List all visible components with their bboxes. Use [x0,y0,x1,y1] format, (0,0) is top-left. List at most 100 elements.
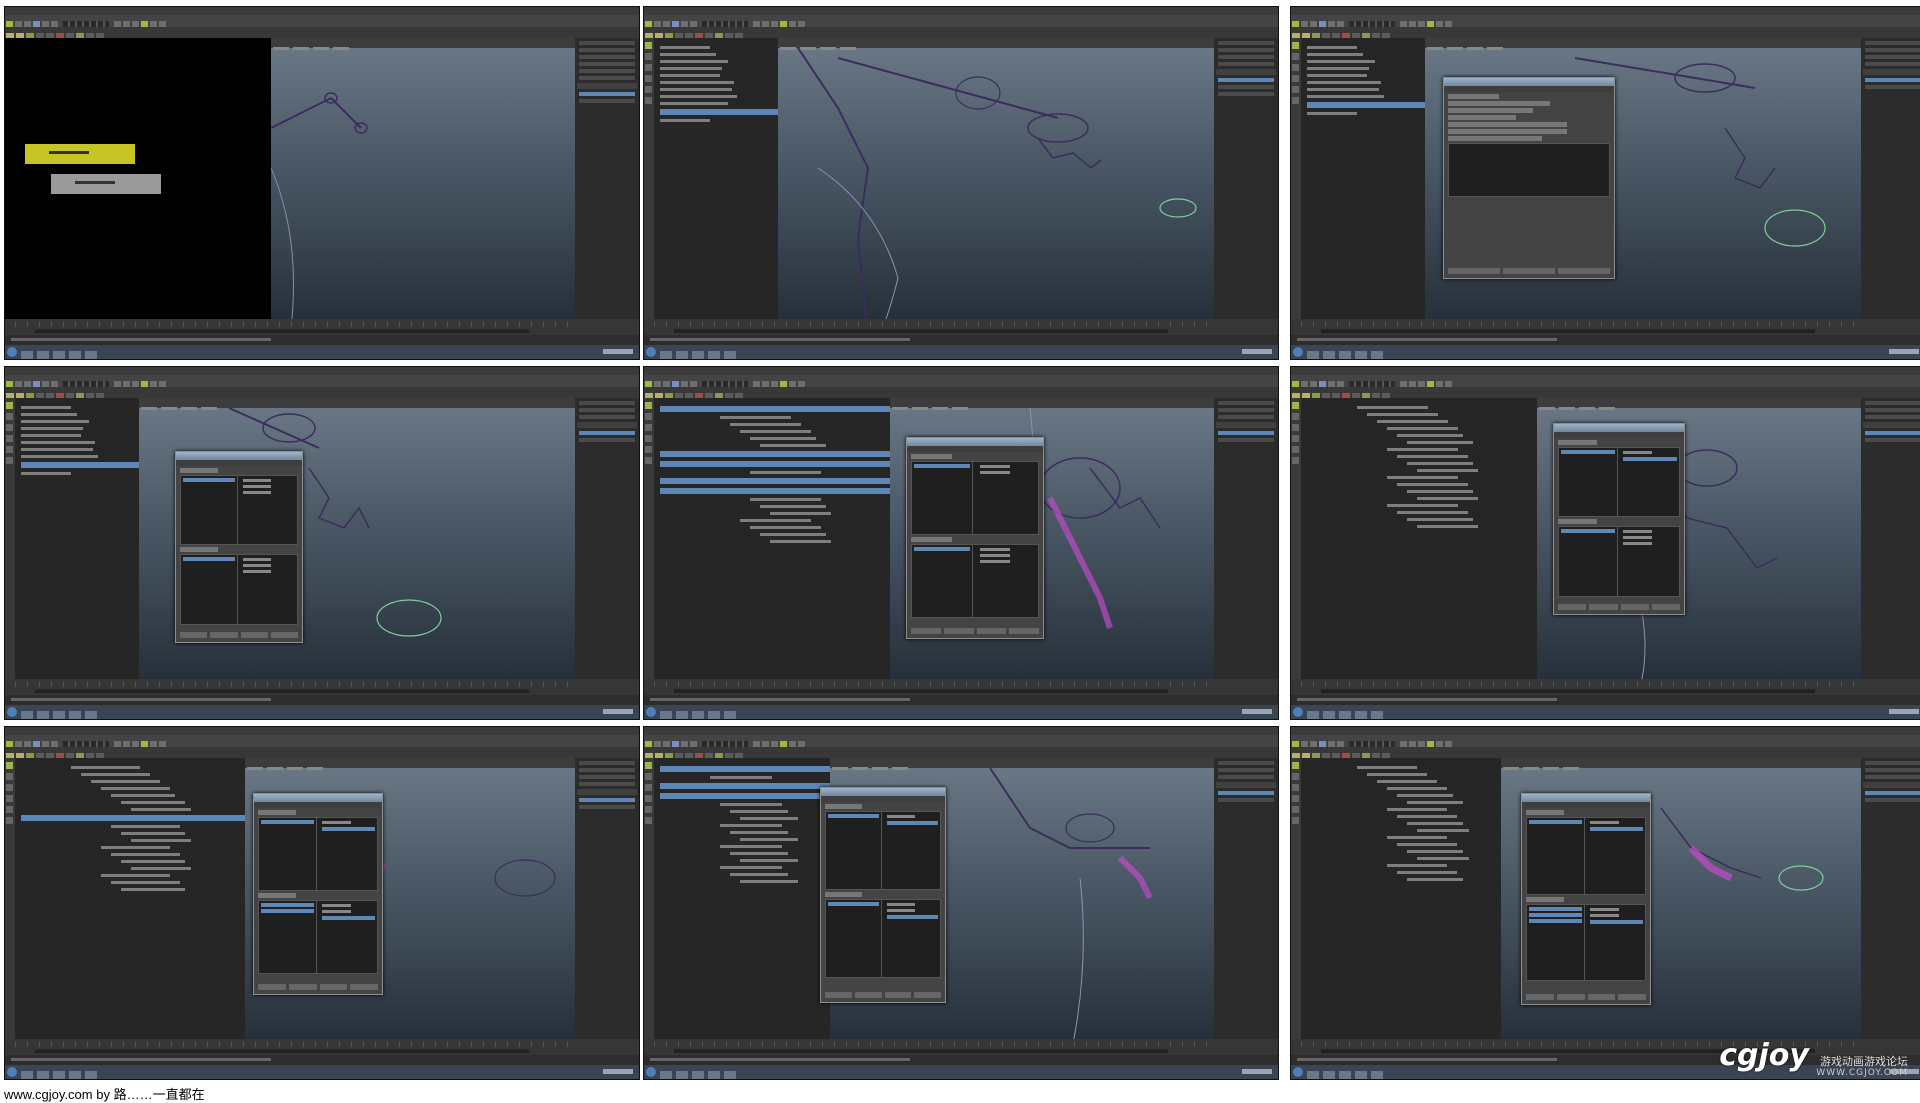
status-toolbar[interactable] [644,735,1278,748]
hypergraph-hierarchy[interactable] [654,758,843,1039]
tool-box[interactable] [644,398,654,679]
windows-start-icon[interactable] [646,1067,656,1077]
set-driven-key-dialog[interactable] [253,793,383,995]
hypergraph-panel[interactable] [5,38,271,319]
windows-start-icon[interactable] [7,347,17,357]
time-slider[interactable] [5,319,639,335]
taskbar[interactable] [644,705,1278,719]
shelf[interactable] [5,387,639,400]
outliner[interactable] [15,398,152,679]
hypergraph-hierarchy[interactable] [1301,398,1550,679]
channel-box[interactable] [1861,758,1920,1039]
taskbar[interactable] [5,705,639,719]
time-slider[interactable] [5,1039,639,1055]
ok-button[interactable] [1448,268,1500,274]
shelf[interactable] [644,27,1278,40]
menu-bar[interactable] [644,7,1278,22]
menu-bar[interactable] [5,367,639,382]
status-toolbar[interactable] [644,375,1278,388]
taskbar[interactable] [1291,345,1920,359]
time-slider[interactable] [1291,319,1920,335]
taskbar[interactable] [5,345,639,359]
command-line[interactable] [5,695,639,705]
windows-start-icon[interactable] [1293,347,1303,357]
tool-box[interactable] [644,758,654,1039]
add-attribute-dialog[interactable] [1443,77,1615,279]
menu-bar[interactable] [644,367,1278,382]
windows-start-icon[interactable] [7,707,17,717]
hypergraph-hierarchy[interactable] [15,758,258,1039]
shelf[interactable] [1291,27,1920,40]
windows-start-icon[interactable] [646,707,656,717]
viewport[interactable] [778,38,1214,319]
channel-box[interactable] [1214,38,1278,319]
windows-start-icon[interactable] [1293,707,1303,717]
tool-box[interactable] [644,38,654,319]
menu-bar[interactable] [5,7,639,22]
command-line[interactable] [1291,335,1920,345]
set-driven-key-dialog[interactable] [175,451,303,643]
menu-bar[interactable] [1291,727,1920,742]
time-slider[interactable] [644,319,1278,335]
viewport[interactable] [271,38,575,319]
shelf[interactable] [1291,747,1920,760]
close-button[interactable] [1558,268,1610,274]
channel-box[interactable] [575,38,639,319]
menu-bar[interactable] [5,727,639,742]
shelf[interactable] [644,387,1278,400]
graph-node[interactable] [51,174,161,194]
tool-box[interactable] [5,758,15,1039]
command-line[interactable] [1291,695,1920,705]
taskbar[interactable] [5,1065,639,1079]
tool-box[interactable] [1291,398,1301,679]
channel-box[interactable] [1861,38,1920,319]
shelf[interactable] [5,747,639,760]
status-toolbar[interactable] [1291,735,1920,748]
load-driver-button[interactable] [210,632,238,638]
menu-bar[interactable] [1291,7,1920,22]
close-button[interactable] [270,632,298,638]
windows-start-icon[interactable] [7,1067,17,1077]
taskbar[interactable] [644,1065,1278,1079]
windows-start-icon[interactable] [646,347,656,357]
menu-bar[interactable] [644,727,1278,742]
tool-box[interactable] [1291,38,1301,319]
menu-bar[interactable] [1291,367,1920,382]
key-button[interactable] [180,632,208,638]
channel-box[interactable] [1214,398,1278,679]
hypergraph-hierarchy[interactable] [1301,758,1514,1039]
outliner[interactable] [654,38,791,319]
status-toolbar[interactable] [5,375,639,388]
set-driven-key-dialog[interactable] [1521,793,1651,1005]
shelf[interactable] [1291,387,1920,400]
status-toolbar[interactable] [1291,375,1920,388]
status-toolbar[interactable] [5,735,639,748]
set-driven-key-dialog[interactable] [820,787,946,1003]
add-button[interactable] [1503,268,1555,274]
set-driven-key-dialog[interactable] [906,437,1044,639]
status-toolbar[interactable] [5,15,639,28]
outliner[interactable] [1301,38,1438,319]
tool-box[interactable] [5,398,15,679]
graph-node-selected[interactable] [25,144,135,164]
shelf[interactable] [644,747,1278,760]
status-toolbar[interactable] [1291,15,1920,28]
tool-box[interactable] [1291,758,1301,1039]
load-driven-button[interactable] [240,632,268,638]
set-driven-key-dialog[interactable] [1553,423,1685,615]
channel-box[interactable] [575,758,639,1039]
channel-box[interactable] [575,398,639,679]
time-slider[interactable] [5,679,639,695]
channel-box[interactable] [1861,398,1920,679]
shelf[interactable] [5,27,639,40]
command-line[interactable] [5,335,639,345]
time-slider[interactable] [1291,679,1920,695]
channel-box[interactable] [1214,758,1278,1039]
command-line[interactable] [644,695,1278,705]
hypergraph-hierarchy[interactable] [654,398,903,679]
status-toolbar[interactable] [644,15,1278,28]
time-slider[interactable] [644,1039,1278,1055]
command-line[interactable] [644,335,1278,345]
windows-start-icon[interactable] [1293,1067,1303,1077]
time-slider[interactable] [644,679,1278,695]
